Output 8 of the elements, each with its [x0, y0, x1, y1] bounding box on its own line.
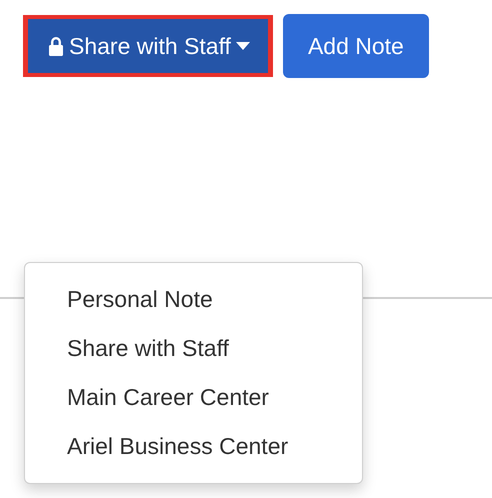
menu-item[interactable]: Personal Note: [25, 275, 362, 324]
share-dropdown-button[interactable]: Share with Staff: [28, 19, 268, 73]
add-note-button[interactable]: Add Note: [282, 14, 429, 78]
lock-icon: [48, 36, 64, 56]
menu-item[interactable]: Main Career Center: [25, 373, 362, 422]
menu-item[interactable]: Share with Staff: [25, 324, 362, 373]
menu-item[interactable]: Ariel Business Center: [25, 422, 362, 471]
caret-icon: [236, 42, 250, 50]
